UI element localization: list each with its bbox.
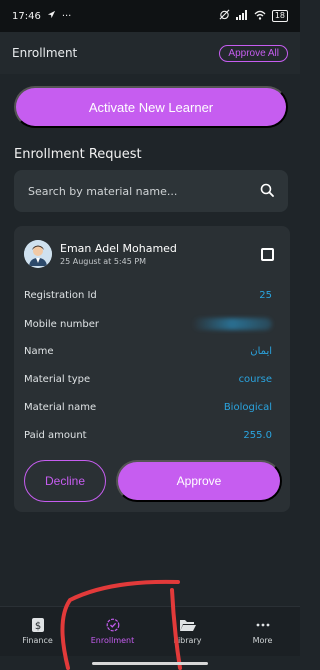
- bottom-nav: $ Finance Enrollment Library More: [0, 606, 300, 656]
- detail-row-name: Name ايمان: [24, 346, 272, 357]
- detail-label: Material name: [24, 402, 97, 413]
- learner-name: Eman Adel Mohamed: [60, 242, 177, 255]
- svg-text:$: $: [34, 621, 40, 632]
- learner-info: Eman Adel Mohamed 25 August at 5:45 PM: [60, 242, 261, 266]
- status-bar: 17:46 ··· 18: [0, 0, 300, 32]
- detail-row-paid-amount: Paid amount 255.0: [24, 430, 272, 441]
- approve-all-button[interactable]: Approve All: [219, 44, 288, 62]
- nav-label: Enrollment: [90, 636, 135, 645]
- more-dots-icon: [256, 618, 270, 632]
- detail-row-mobile-number: Mobile number: [24, 318, 272, 330]
- search-input[interactable]: Search by material name...: [14, 170, 288, 212]
- nav-item-finance[interactable]: $ Finance: [3, 618, 73, 645]
- search-icon[interactable]: [260, 182, 274, 201]
- battery-icon: 18: [271, 10, 288, 22]
- nav-item-enrollment[interactable]: Enrollment: [78, 618, 148, 645]
- home-indicator[interactable]: [92, 662, 208, 665]
- location-arrow-icon: [47, 10, 56, 22]
- section-title: Enrollment Request: [14, 147, 142, 162]
- nav-label: More: [252, 636, 273, 645]
- nav-item-library[interactable]: Library: [153, 618, 223, 645]
- approve-button[interactable]: Approve: [116, 460, 282, 502]
- status-left: 17:46 ···: [12, 10, 71, 22]
- detail-label: Registration Id: [24, 290, 97, 301]
- more-notifications-icon: ···: [61, 10, 72, 22]
- badge-check-icon: [106, 618, 120, 632]
- detail-label: Paid amount: [24, 430, 87, 441]
- folder-open-icon: [179, 618, 197, 632]
- redacted-mobile-value: [192, 318, 272, 330]
- detail-row-material-name: Material name Biological: [24, 402, 272, 413]
- avatar: [24, 240, 52, 268]
- detail-label: Material type: [24, 374, 91, 385]
- detail-value: course: [238, 374, 272, 385]
- status-time: 17:46: [12, 10, 41, 22]
- enrollment-request-card: Eman Adel Mohamed 25 August at 5:45 PM R…: [14, 226, 290, 512]
- detail-value: 255.0: [243, 430, 272, 441]
- wifi-icon: [254, 10, 266, 23]
- search-placeholder: Search by material name...: [28, 184, 178, 198]
- detail-value: 25: [259, 290, 272, 301]
- detail-row-registration-id: Registration Id 25: [24, 290, 272, 301]
- decline-button[interactable]: Decline: [24, 460, 106, 502]
- alarm-off-icon: [219, 9, 230, 23]
- card-header: Eman Adel Mohamed 25 August at 5:45 PM: [24, 238, 280, 270]
- signal-icon: [235, 9, 248, 23]
- nav-item-more[interactable]: More: [228, 618, 298, 645]
- dollar-icon: $: [31, 618, 44, 632]
- app-bar: Enrollment Approve All: [0, 32, 300, 74]
- nav-label: Library: [173, 636, 202, 645]
- status-right: 18: [219, 9, 288, 23]
- activate-new-learner-button[interactable]: Activate New Learner: [14, 86, 288, 128]
- detail-label: Name: [24, 346, 54, 357]
- detail-value: Biological: [223, 402, 272, 413]
- page-title: Enrollment: [12, 46, 78, 60]
- select-checkbox[interactable]: [261, 247, 274, 261]
- detail-row-material-type: Material type course: [24, 374, 272, 385]
- detail-value: ايمان: [250, 346, 272, 357]
- nav-label: Finance: [22, 636, 53, 645]
- request-date: 25 August at 5:45 PM: [60, 257, 147, 266]
- detail-label: Mobile number: [24, 318, 100, 330]
